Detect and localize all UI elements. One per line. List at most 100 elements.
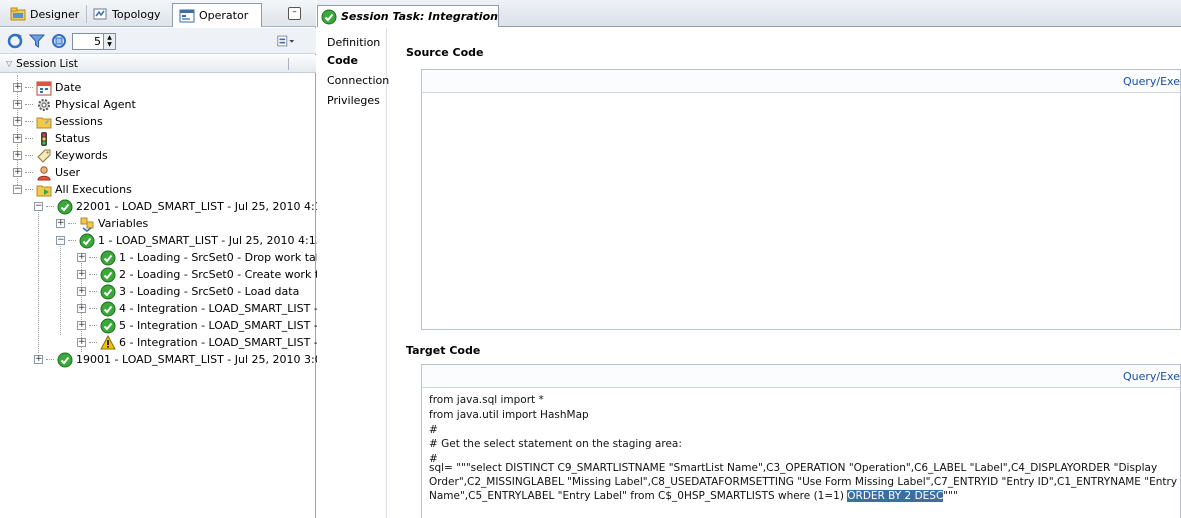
success-check-icon xyxy=(100,267,116,282)
tree-node-variables[interactable]: + Variables xyxy=(56,215,148,232)
folder-icon xyxy=(36,117,52,128)
refresh-interval-spinner[interactable]: 5 ▲ ▼ xyxy=(72,33,116,50)
code-line: # xyxy=(429,424,438,436)
tree-label: All Executions xyxy=(55,183,132,196)
tree-node-task-1[interactable]: + 1 - Loading - SrcSet0 - Drop work tabl… xyxy=(77,249,333,266)
source-query-execute-link[interactable]: Query/Exe xyxy=(1123,75,1180,88)
tree-label: 2 - Loading - SrcSet0 - Create work tabl… xyxy=(119,268,343,281)
tree-label: 5 - Integration - LOAD_SMART_LIST - Load xyxy=(119,319,348,332)
editor-panel: Session Task: Integration Definition Cod… xyxy=(317,0,1181,518)
tab-designer[interactable]: Designer xyxy=(4,3,85,25)
tree-label: 6 - Integration - LOAD_SMART_LIST - Repo xyxy=(119,336,349,349)
code-line: sql= """select DISTINCT C9_SMARTLISTNAME… xyxy=(429,462,1158,474)
user-icon xyxy=(37,165,51,180)
tree-node-keywords[interactable]: + Keywords xyxy=(13,147,108,164)
code-line-text: Name",C5_ENTRYLABEL "Entry Label" from C… xyxy=(429,490,848,502)
collapse-icon[interactable]: ▽ xyxy=(6,59,12,68)
warning-icon xyxy=(100,334,116,349)
expand-icon[interactable]: + xyxy=(13,168,22,177)
tree-node-user[interactable]: + User xyxy=(13,164,80,181)
tree-node-step-1[interactable]: − 1 - LOAD_SMART_LIST - Jul 25, 2010 4:1… xyxy=(56,232,351,249)
collapse-node-icon[interactable]: − xyxy=(56,236,65,245)
code-line: from java.util import HashMap xyxy=(429,409,589,421)
filter-icon[interactable] xyxy=(28,32,46,50)
tree-label: Physical Agent xyxy=(55,98,136,111)
expand-icon[interactable]: + xyxy=(34,355,43,364)
expand-icon[interactable]: + xyxy=(13,134,22,143)
expand-icon[interactable]: + xyxy=(13,117,22,126)
success-check-icon xyxy=(100,301,116,316)
editor-side-nav: Definition Code Connection Privileges xyxy=(317,28,389,518)
tree-label: Date xyxy=(55,81,82,94)
expand-icon[interactable]: + xyxy=(77,338,86,347)
refresh-icon[interactable] xyxy=(6,32,24,50)
tag-icon xyxy=(37,149,51,163)
target-query-execute-link[interactable]: Query/Exe xyxy=(1123,370,1180,383)
auto-refresh-icon[interactable] xyxy=(50,32,68,50)
tree-label: 22001 - LOAD_SMART_LIST - Jul 25, 2010 4… xyxy=(76,200,347,213)
code-line: # Get the select statement on the stagin… xyxy=(429,438,682,450)
minimize-button[interactable]: – xyxy=(288,7,301,20)
tree-node-task-2[interactable]: + 2 - Loading - SrcSet0 - Create work ta… xyxy=(77,266,343,283)
editor-tabs: Session Task: Integration xyxy=(317,0,1181,27)
tree-label: Keywords xyxy=(55,149,108,162)
tree-node-exec-19001[interactable]: + 19001 - LOAD_SMART_LIST - Jul 25, 2010… xyxy=(34,351,346,368)
expand-icon[interactable]: + xyxy=(13,83,22,92)
nav-privileges[interactable]: Privileges xyxy=(327,94,380,107)
tree-label: 1 - LOAD_SMART_LIST - Jul 25, 2010 4:13:… xyxy=(98,234,351,247)
target-code-editor[interactable]: Query/Exe from java.sql import * from ja… xyxy=(421,364,1181,518)
success-check-icon xyxy=(100,284,116,299)
nav-connection[interactable]: Connection xyxy=(327,74,389,87)
navigator-panel: Designer Topology Operator – 5 ▲ ▼ ▽ Sess… xyxy=(0,0,351,518)
spinner-arrows-icon[interactable]: ▲ ▼ xyxy=(103,34,115,49)
code-line-tail: """ xyxy=(943,490,958,502)
view-menu-icon[interactable] xyxy=(277,32,295,50)
session-list-header[interactable]: ▽ Session List xyxy=(0,55,316,73)
tab-designer-label: Designer xyxy=(30,7,80,21)
expand-icon[interactable]: + xyxy=(13,151,22,160)
expand-icon[interactable]: + xyxy=(77,270,86,279)
tree-node-exec-22001[interactable]: − 22001 - LOAD_SMART_LIST - Jul 25, 2010… xyxy=(34,198,346,215)
code-line-last: Name",C5_ENTRYLABEL "Entry Label" from C… xyxy=(429,490,958,502)
tree-node-task-5[interactable]: + 5 - Integration - LOAD_SMART_LIST - Lo… xyxy=(77,317,348,334)
expand-icon[interactable]: + xyxy=(77,287,86,296)
tree-node-task-3[interactable]: + 3 - Loading - SrcSet0 - Load data xyxy=(77,283,299,300)
tree-node-status[interactable]: + Status xyxy=(13,130,90,147)
tree-label: 19001 - LOAD_SMART_LIST - Jul 25, 2010 3… xyxy=(76,353,347,366)
tree-node-sessions[interactable]: + Sessions xyxy=(13,113,103,130)
tree-node-all-executions[interactable]: − All Executions xyxy=(13,181,132,198)
operator-icon xyxy=(179,9,195,22)
success-check-icon xyxy=(321,9,337,24)
tab-topology[interactable]: Topology xyxy=(86,3,167,25)
navigator-tabs: Designer Topology Operator – xyxy=(0,0,316,27)
nav-code[interactable]: Code xyxy=(327,54,358,67)
spinner-value: 5 xyxy=(94,35,101,48)
tab-operator[interactable]: Operator xyxy=(172,3,262,27)
code-selection: ORDER BY 2 DESC xyxy=(847,490,944,502)
tree-label: User xyxy=(55,166,81,179)
collapse-node-icon[interactable]: − xyxy=(34,202,43,211)
tree-node-task-6[interactable]: + 6 - Integration - LOAD_SMART_LIST - Re… xyxy=(77,334,349,351)
tree-label: Sessions xyxy=(55,115,103,128)
expand-icon[interactable]: + xyxy=(77,304,86,313)
tree-node-date[interactable]: + Date xyxy=(13,79,81,96)
code-line: Order",C2_MISSINGLABEL "Missing Label",C… xyxy=(429,476,1178,488)
nav-definition[interactable]: Definition xyxy=(327,36,380,49)
success-check-icon xyxy=(100,318,116,333)
calendar-icon xyxy=(36,81,52,95)
tree-node-physical-agent[interactable]: + Physical Agent xyxy=(13,96,136,113)
success-check-icon xyxy=(57,352,73,367)
expand-icon[interactable]: + xyxy=(77,321,86,330)
expand-icon[interactable]: + xyxy=(77,253,86,262)
tree-label: 3 - Loading - SrcSet0 - Load data xyxy=(119,285,300,298)
target-code-title: Target Code xyxy=(406,344,481,357)
success-check-icon xyxy=(79,233,95,248)
variables-icon xyxy=(80,217,94,232)
tab-session-task-label: Session Task: Integration xyxy=(341,10,498,23)
tree-node-task-4[interactable]: + 4 - Integration - LOAD_SMART_LIST - Pr… xyxy=(77,300,346,317)
collapse-node-icon[interactable]: − xyxy=(13,185,22,194)
expand-icon[interactable]: + xyxy=(13,100,22,109)
expand-icon[interactable]: + xyxy=(56,219,65,228)
tab-session-task[interactable]: Session Task: Integration xyxy=(317,5,499,27)
source-code-editor[interactable]: Query/Exe xyxy=(421,69,1181,330)
